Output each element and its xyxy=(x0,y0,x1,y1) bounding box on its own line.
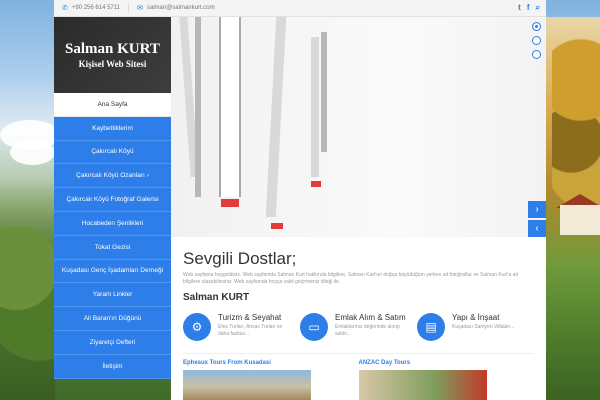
slider-art-stripe xyxy=(321,32,327,152)
background-trees-left xyxy=(0,180,55,400)
menu-item-tokat-gezisi[interactable]: Tokat Gezisi xyxy=(54,235,171,260)
tour-cards: Ephesux Tours From Kusadasi ANZAC Day To… xyxy=(183,360,534,400)
phone-text: +90 256 614 5711 xyxy=(71,5,120,11)
slider-art-stripe xyxy=(265,17,287,217)
menu-item-iletisim[interactable]: İletişim xyxy=(54,354,171,379)
slider-art-stripe xyxy=(311,37,319,177)
page-title: Sevgili Dostlar; xyxy=(183,249,297,268)
feature-title: Yapı & İnşaat xyxy=(452,313,500,322)
menu-item-kaybettiklerim[interactable]: Kaybettiklerim xyxy=(54,116,171,141)
slider-art-accent xyxy=(311,181,321,187)
feature-desc: Efes Turları, Anzac Turları ve daha fazl… xyxy=(218,324,283,337)
gears-icon: ⚙ xyxy=(183,313,211,341)
email-info[interactable]: ✉ salman@salmankurt.com xyxy=(137,4,215,12)
background-house xyxy=(560,205,600,235)
hero-slider[interactable] xyxy=(171,17,546,237)
main-menu: Ana Sayfa Kaybettiklerim Çakırcalı Köyü … xyxy=(54,93,171,379)
slider-art-accent xyxy=(221,199,239,207)
menu-item-ziyaretci-defteri[interactable]: Ziyaretçi Defteri xyxy=(54,330,171,355)
slider-next-button[interactable]: › xyxy=(528,201,546,218)
book-icon: ▤ xyxy=(417,313,445,341)
slider-dots xyxy=(532,22,541,64)
twitter-icon[interactable]: t xyxy=(518,3,521,13)
feature-turizm[interactable]: ⚙ Turizm & Seyahat Efes Turları, Anzac T… xyxy=(183,313,300,341)
card-ephesus[interactable]: Ephesux Tours From Kusadasi xyxy=(183,360,359,400)
email-text[interactable]: salman@salmankurt.com xyxy=(147,5,215,11)
feature-title: Turizm & Seyahat xyxy=(218,313,282,322)
menu-item-isadamlari-dernegi[interactable]: Kuşadası Genç İşadamları Derneği xyxy=(54,259,171,284)
card-image[interactable] xyxy=(358,370,487,400)
slider-prev-button[interactable]: ‹ xyxy=(528,220,546,237)
features-row: ⚙ Turizm & Seyahat Efes Turları, Anzac T… xyxy=(183,313,534,341)
chevron-right-icon: › xyxy=(146,172,149,179)
feature-emlak[interactable]: ▭ Emlak Alım & Satım Emlaklarınız değeri… xyxy=(300,313,417,341)
top-bar: ✆ +90 256 614 5711 ✉ salman@salmankurt.c… xyxy=(54,0,546,17)
slider-art-accent xyxy=(271,223,283,229)
feature-desc: Kuşadası Samyeri Villaları... xyxy=(452,324,515,330)
card-image[interactable] xyxy=(183,370,311,400)
intro-text: Web sayfama hoşgeldiniz. Web sayfamda Sa… xyxy=(183,272,518,285)
monitor-icon: ▭ xyxy=(300,313,328,341)
feature-title: Emlak Alım & Satım xyxy=(335,313,406,322)
menu-item-fotograf-galerisi[interactable]: Çakırcalı Köyü Fotoğraf Galerisi xyxy=(54,188,171,212)
sidebar: Salman KURT Kişisel Web Sitesi Ana Sayfa… xyxy=(54,17,171,400)
social-links: t f ⌕ xyxy=(512,3,540,13)
menu-item-dugun[interactable]: Ali Baran'ın Düğünü xyxy=(54,307,171,331)
chevron-right-icon: › xyxy=(535,204,539,215)
menu-item-senlikler[interactable]: Hocabeden Şenlikleri xyxy=(54,211,171,236)
site-logo[interactable]: Salman KURT Kişisel Web Sitesi xyxy=(54,17,171,93)
topbar-separator xyxy=(127,3,129,13)
main-content: Sevgili Dostlar; Web sayfama hoşgeldiniz… xyxy=(171,237,546,400)
card-title[interactable]: ANZAC Day Tours xyxy=(359,360,535,366)
slider-art-panel xyxy=(219,17,241,197)
card-title[interactable]: Ephesux Tours From Kusadasi xyxy=(183,360,359,366)
logo-name: Salman KURT xyxy=(65,41,160,57)
signature-name: Salman KURT xyxy=(183,292,250,303)
background-tree-right xyxy=(552,20,600,220)
menu-item-cakircali-koyu[interactable]: Çakırcalı Köyü xyxy=(54,140,171,165)
mail-icon: ✉ xyxy=(136,5,143,12)
logo-subtitle: Kişisel Web Sitesi xyxy=(78,59,147,69)
search-icon[interactable]: ⌕ xyxy=(536,3,540,13)
menu-item-ozanlar[interactable]: Çakırcalı Köyü Ozanları › xyxy=(54,164,171,189)
slider-dot[interactable] xyxy=(532,50,541,59)
facebook-icon[interactable]: f xyxy=(527,3,530,13)
card-anzac[interactable]: ANZAC Day Tours xyxy=(358,360,535,400)
chevron-left-icon: ‹ xyxy=(535,223,539,234)
content-divider xyxy=(183,353,534,354)
menu-item-ana-sayfa[interactable]: Ana Sayfa xyxy=(54,93,171,117)
feature-desc: Emlaklarınız değerinde alınıp satılır... xyxy=(335,324,400,337)
slider-art-stripe xyxy=(195,17,201,197)
feature-insaat[interactable]: ▤ Yapı & İnşaat Kuşadası Samyeri Villala… xyxy=(417,313,534,341)
slider-dot[interactable] xyxy=(532,22,541,31)
phone-info: ✆ +90 256 614 5711 xyxy=(62,4,120,12)
slider-dot[interactable] xyxy=(532,36,541,45)
menu-item-yararli-linkler[interactable]: Yararlı Linkler xyxy=(54,283,171,308)
phone-icon: ✆ xyxy=(62,5,68,12)
background-cloud xyxy=(10,140,55,165)
